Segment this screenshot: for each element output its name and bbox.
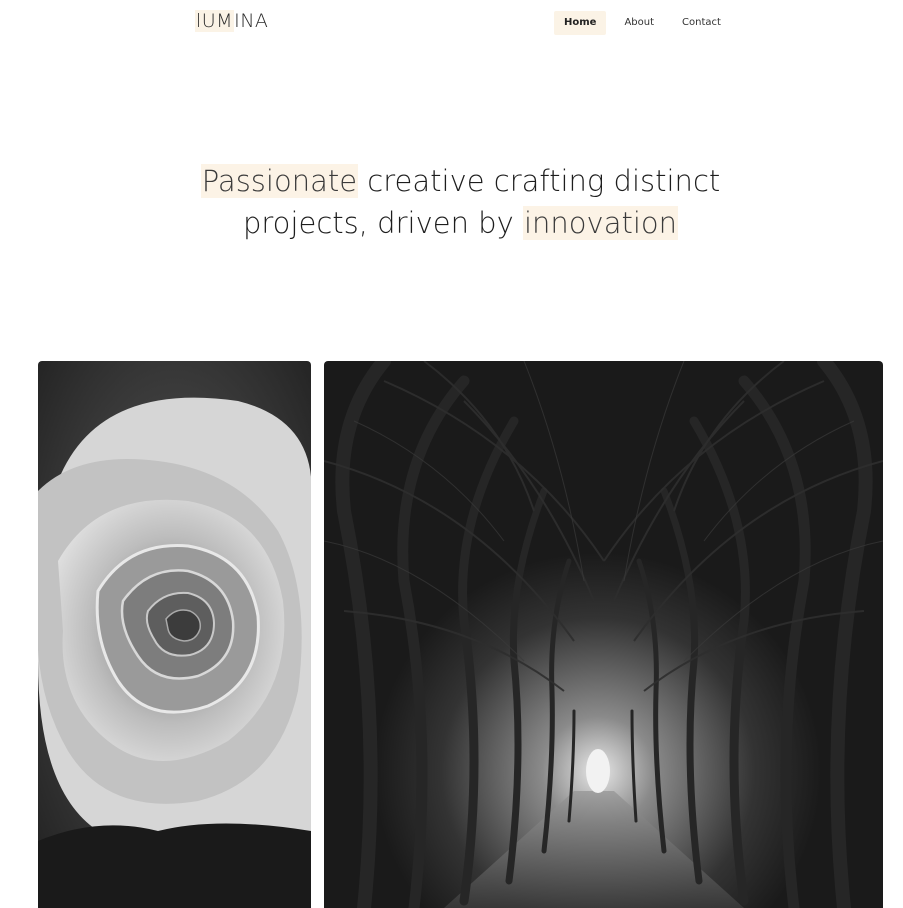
tree-tunnel-image <box>324 361 883 908</box>
hero-line2-text: projects, driven by <box>242 206 523 240</box>
nav-item-about[interactable]: About <box>614 11 664 35</box>
nav-item-home[interactable]: Home <box>554 11 607 35</box>
tree-tunnel-photo[interactable] <box>324 361 883 908</box>
site-logo[interactable]: lUMINA <box>195 10 268 32</box>
main-nav: Home About Contact <box>554 11 739 35</box>
logo-rest: INA <box>234 10 269 32</box>
nav-item-contact[interactable]: Contact <box>672 11 731 35</box>
site-header: lUMINA Home About Contact <box>0 0 903 48</box>
hero-highlight-passionate: Passionate <box>200 164 359 198</box>
page: lUMINA Home About Contact Passionate cre… <box>0 0 903 908</box>
rose-image <box>38 361 311 908</box>
rose-photo[interactable] <box>38 361 311 908</box>
logo-highlight: lUM <box>195 10 235 32</box>
hero-heading: Passionate creative crafting distinct pr… <box>0 160 903 244</box>
hero-highlight-innovation: innovation <box>522 206 679 240</box>
hero-line1-text: creative crafting distinct <box>358 164 721 198</box>
